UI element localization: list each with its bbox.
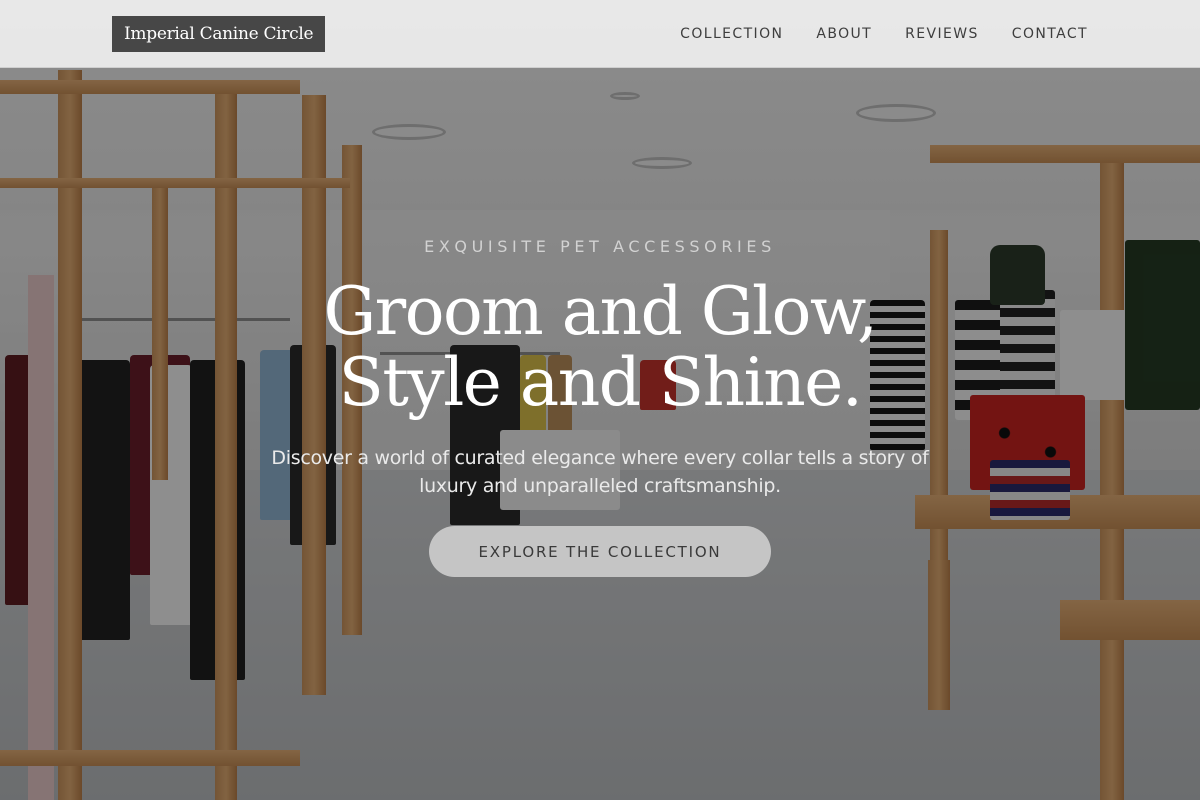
hero-eyebrow: EXQUISITE PET ACCESSORIES	[424, 237, 776, 256]
explore-collection-button[interactable]: EXPLORE THE COLLECTION	[429, 526, 771, 577]
hero-subtext: Discover a world of curated elegance whe…	[271, 447, 929, 497]
hero-headline: Groom and Glow, Style and Shine.	[200, 276, 1000, 418]
hero-headline-line2: Style and Shine.	[338, 344, 863, 421]
hero-section: EXQUISITE PET ACCESSORIES Groom and Glow…	[0, 0, 1200, 800]
hero-headline-line1: Groom and Glow,	[323, 273, 878, 350]
